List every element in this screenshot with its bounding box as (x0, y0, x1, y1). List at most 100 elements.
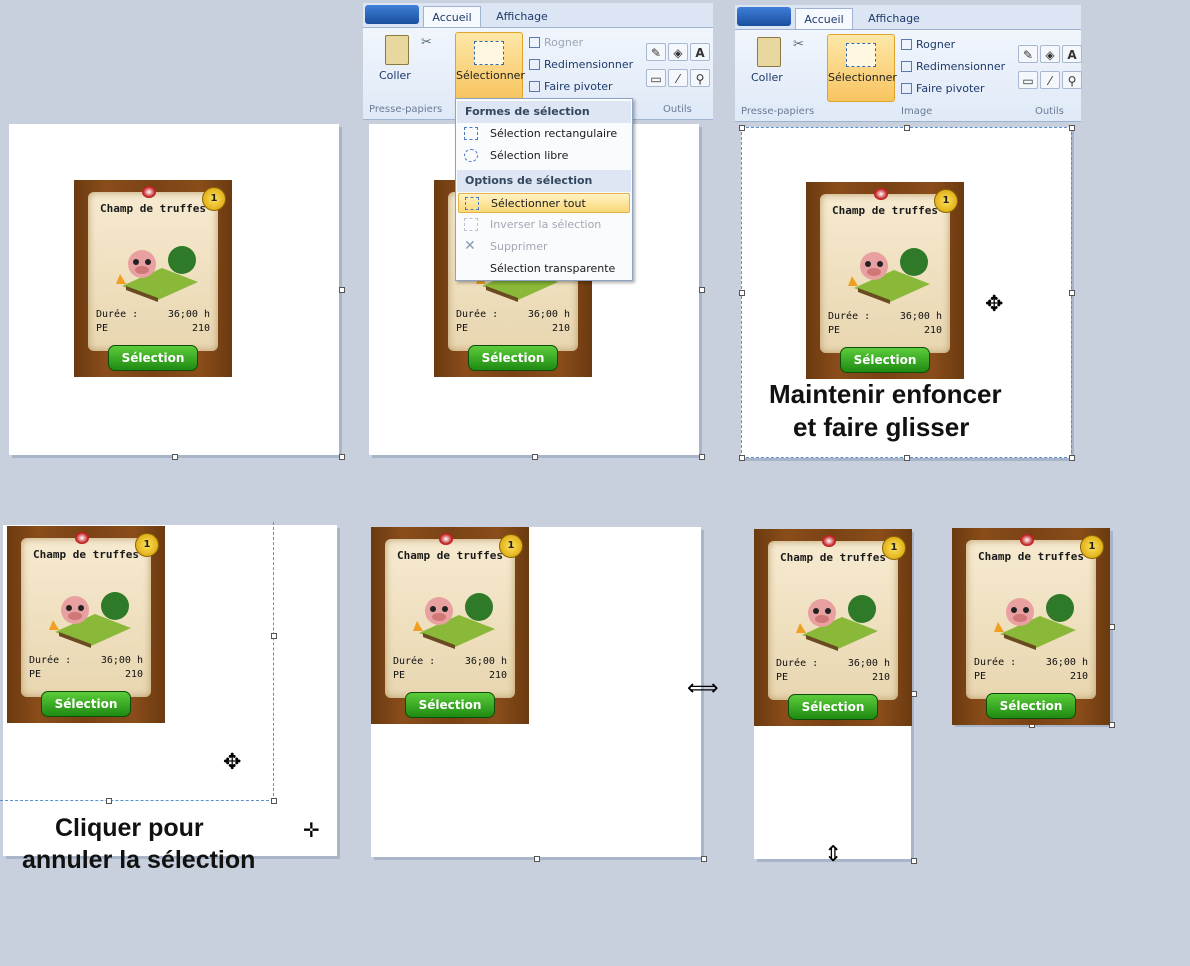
resize-button[interactable]: Redimensionner (901, 60, 1005, 73)
paint-ribbon-3: Accueil Affichage ✂ Coller Sélectionner … (735, 5, 1082, 122)
pe-label: PE (828, 325, 841, 336)
truffle-field-illustration (994, 594, 1076, 650)
resize-handle[interactable] (532, 454, 538, 460)
duration-value: 36;00 h (527, 309, 570, 320)
card-select-button: Sélection (468, 345, 558, 371)
select-label: Sélectionner (828, 71, 897, 84)
duration-value: 36;00 h (899, 311, 942, 322)
menu-item-free[interactable]: Sélection libre (458, 146, 630, 166)
horizontal-resize-cursor-icon: ⟺ (687, 676, 719, 701)
text-icon[interactable]: A (1062, 45, 1082, 63)
truffle-field-illustration (796, 595, 878, 651)
resize-handle[interactable] (911, 858, 917, 864)
menu-item-invert[interactable]: Inverser la sélection (458, 215, 630, 235)
tab-view[interactable]: Affichage (859, 8, 929, 29)
caption-drag-line1: Maintenir enfoncer (769, 379, 1002, 409)
menu-item-invert-label: Inverser la sélection (490, 218, 602, 231)
menu-item-select-all[interactable]: Sélectionner tout (458, 193, 630, 213)
duration-value: 36;00 h (100, 655, 143, 666)
group-tools-label: Outils (1035, 106, 1064, 117)
truffle-field-illustration (116, 246, 198, 302)
tab-home[interactable]: Accueil (423, 6, 481, 27)
resize-handle[interactable] (271, 798, 277, 804)
cut-icon[interactable]: ✂ (421, 35, 432, 50)
zoom-icon[interactable]: ⚲ (1062, 71, 1082, 89)
resize-handle[interactable] (904, 455, 910, 461)
duration-label: Durée : (96, 309, 139, 320)
clipboard-icon (385, 35, 409, 65)
crop-button[interactable]: Rogner (529, 36, 583, 49)
resize-handle[interactable] (701, 856, 707, 862)
duration-value: 36;00 h (1045, 657, 1088, 668)
cut-icon[interactable]: ✂ (793, 37, 804, 52)
rotate-label: Faire pivoter (544, 80, 613, 93)
fill-icon[interactable]: ◈ (1040, 45, 1060, 63)
picker-icon[interactable]: ⁄ (1040, 71, 1060, 89)
picker-icon[interactable]: ⁄ (668, 69, 688, 87)
rect-select-icon (464, 127, 478, 140)
invert-icon (464, 218, 478, 231)
rotate-button[interactable]: Faire pivoter (901, 82, 985, 95)
eraser-icon[interactable]: ▭ (646, 69, 666, 87)
paste-button[interactable]: Coller (751, 71, 783, 84)
paste-button[interactable]: Coller (379, 69, 411, 82)
card-title: Champ de truffes (978, 550, 1084, 563)
resize-label: Redimensionner (916, 60, 1006, 73)
rotate-button[interactable]: Faire pivoter (529, 80, 613, 93)
rotate-icon (901, 83, 912, 94)
duration-value: 36;00 h (847, 658, 890, 669)
resize-handle[interactable] (739, 125, 745, 131)
resize-handle[interactable] (534, 856, 540, 862)
resize-handle[interactable] (1069, 455, 1075, 461)
game-card: 1 Champ de truffes Durée :36;00 h PE210 … (371, 527, 529, 724)
eraser-icon[interactable]: ▭ (1018, 71, 1038, 89)
pencil-icon[interactable]: ✎ (646, 43, 666, 61)
resize-handle[interactable] (339, 287, 345, 293)
menu-item-rect[interactable]: Sélection rectangulaire (458, 124, 630, 144)
resize-handle[interactable] (1069, 125, 1075, 131)
menu-item-transparent[interactable]: Sélection transparente (458, 259, 630, 279)
pe-label: PE (96, 323, 109, 334)
fill-icon[interactable]: ◈ (668, 43, 688, 61)
resize-button[interactable]: Redimensionner (529, 58, 633, 71)
pe-value: 210 (871, 672, 890, 683)
pencil-icon[interactable]: ✎ (1018, 45, 1038, 63)
pe-value: 210 (488, 670, 507, 681)
resize-handle[interactable] (271, 633, 277, 639)
file-menu-button[interactable] (737, 7, 791, 26)
select-all-icon (465, 197, 479, 210)
caption-drag: Maintenir enfoncer et faire glisser (769, 378, 1069, 444)
crop-button[interactable]: Rogner (901, 38, 955, 51)
resize-handle[interactable] (1069, 290, 1075, 296)
resize-handle[interactable] (106, 798, 112, 804)
tab-view[interactable]: Affichage (487, 6, 557, 27)
resize-handle[interactable] (699, 454, 705, 460)
select-label: Sélectionner (456, 69, 525, 82)
resize-handle[interactable] (172, 454, 178, 460)
pe-value: 210 (1069, 671, 1088, 682)
resize-handle[interactable] (739, 290, 745, 296)
duration-label: Durée : (776, 658, 819, 669)
pin-icon (874, 188, 888, 200)
menu-item-delete[interactable]: ✕ Supprimer (458, 237, 630, 257)
resize-handle[interactable] (699, 287, 705, 293)
card-title: Champ de truffes (780, 551, 886, 564)
pin-icon (142, 186, 156, 198)
tab-home[interactable]: Accueil (795, 8, 853, 29)
resize-handle[interactable] (339, 454, 345, 460)
resize-handle[interactable] (904, 125, 910, 131)
select-button[interactable]: Sélectionner (455, 32, 525, 100)
file-menu-button[interactable] (365, 5, 419, 24)
delete-icon: ✕ (464, 238, 476, 254)
zoom-icon[interactable]: ⚲ (690, 69, 710, 87)
resize-label: Redimensionner (544, 58, 634, 71)
caption-click: Cliquer pour annuler la sélection (22, 812, 322, 876)
game-card: 1 Champ de truffes Durée :36;00 h PE210 … (806, 182, 964, 379)
group-clipboard-label: Presse-papiers (741, 106, 815, 117)
duration-value: 36;00 h (167, 309, 210, 320)
text-icon[interactable]: A (690, 43, 710, 61)
crop-label: Rogner (544, 36, 584, 49)
select-button[interactable]: Sélectionner (827, 34, 897, 102)
resize-handle[interactable] (739, 455, 745, 461)
resize-icon (901, 61, 912, 72)
